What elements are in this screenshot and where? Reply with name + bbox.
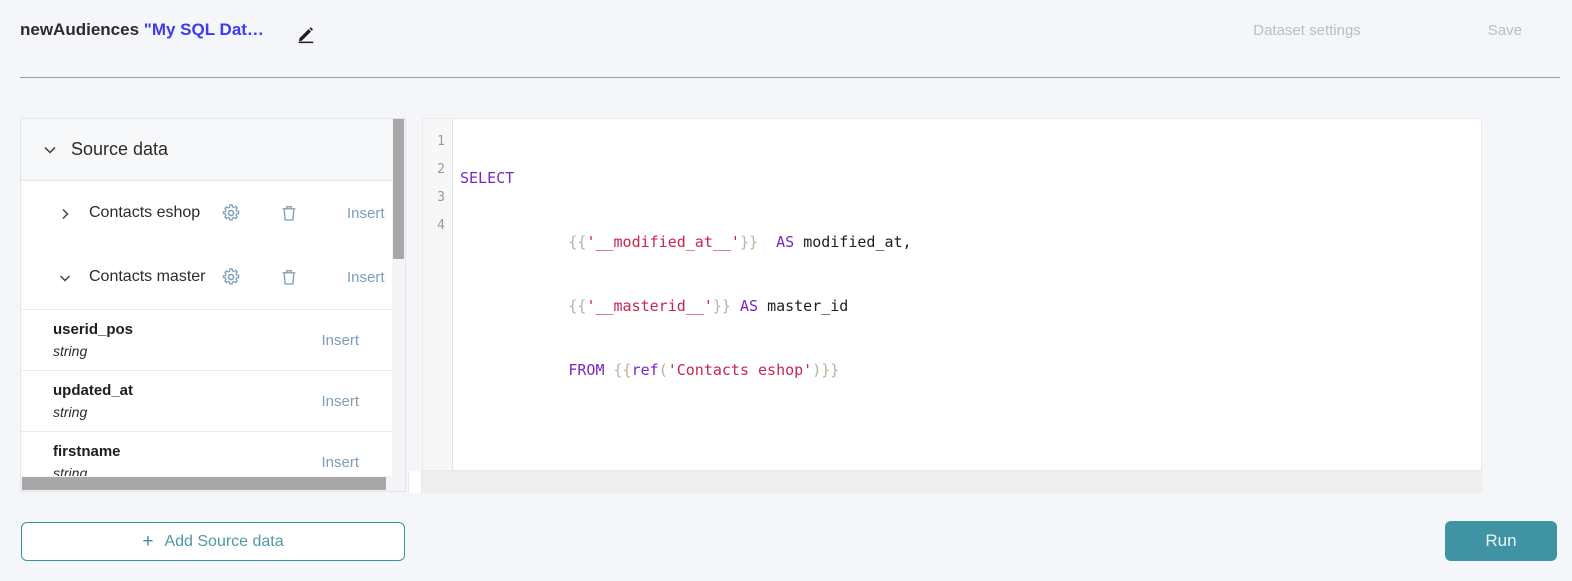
chevron-right-icon[interactable] (59, 207, 71, 219)
source-item-contacts-master[interactable]: Contacts master Insert (21, 245, 405, 309)
field-name: firstname (53, 442, 121, 460)
source-data-title: Source data (71, 139, 169, 159)
page-title: newAudiences "My SQL Dat… (20, 20, 264, 40)
editor-code-area[interactable]: SELECT {{'__modified_at__'}} AS modified… (453, 119, 1481, 470)
editor-line-number-gutter: 1 2 3 4 (423, 119, 453, 470)
add-source-data-button[interactable]: + Add Source data (21, 522, 405, 561)
pencil-icon[interactable] (296, 24, 316, 44)
save-button[interactable]: Save (1488, 22, 1522, 39)
sql-editor[interactable]: 1 2 3 4 SELECT {{'__modified_at__'}} AS … (422, 118, 1482, 471)
app-header: newAudiences "My SQL Dat… Dataset settin… (0, 0, 1572, 77)
header-actions: Dataset settings Save (1253, 22, 1572, 39)
chevron-down-icon[interactable] (43, 143, 57, 157)
sidebar-horizontal-scrollbar[interactable] (21, 476, 405, 491)
field-type: string (53, 342, 88, 359)
gear-icon[interactable] (221, 203, 241, 223)
code-line-2[interactable]: {{'__modified_at__'}} AS modified_at, (460, 228, 1481, 256)
line-number: 2 (437, 162, 445, 177)
source-item-contacts-eshop[interactable]: Contacts eshop Insert (21, 181, 405, 245)
line-number: 3 (437, 190, 445, 205)
sidebar-vertical-scrollbar[interactable] (392, 119, 405, 491)
trash-icon[interactable] (279, 203, 299, 223)
dataset-settings-button[interactable]: Dataset settings (1253, 22, 1361, 39)
field-row[interactable]: updated_at string Insert (21, 370, 405, 431)
sidebar-vertical-scrollbar-thumb[interactable] (393, 119, 404, 259)
source-data-panel: Source data Contacts eshop Insert Contac… (20, 118, 406, 492)
run-button[interactable]: Run (1445, 521, 1557, 561)
plus-icon: + (142, 531, 154, 552)
field-name: updated_at (53, 381, 134, 399)
insert-source-link[interactable]: Insert (347, 205, 385, 222)
field-meta: updated_at string (53, 380, 133, 422)
gear-icon[interactable] (221, 267, 241, 287)
code-line-1[interactable]: SELECT (460, 164, 1481, 192)
code-line-4[interactable]: FROM {{ref('Contacts eshop')}} (460, 356, 1481, 384)
project-name: newAudiences (20, 20, 140, 39)
source-data-header[interactable]: Source data (21, 119, 405, 181)
chevron-down-icon[interactable] (59, 271, 71, 283)
add-source-data-label: Add Source data (164, 532, 284, 550)
insert-source-link[interactable]: Insert (347, 269, 385, 286)
insert-field-link[interactable]: Insert (321, 332, 359, 349)
editor-scrollbar-corner (408, 471, 422, 493)
header-divider (20, 77, 1560, 78)
field-meta: userid_pos string (53, 319, 133, 361)
insert-field-link[interactable]: Insert (321, 393, 359, 410)
sidebar-horizontal-scrollbar-thumb[interactable] (22, 477, 386, 490)
trash-icon[interactable] (279, 267, 299, 287)
line-number: 4 (437, 218, 445, 233)
editor-horizontal-scrollbar[interactable] (422, 471, 1482, 493)
line-number: 1 (437, 134, 445, 149)
field-type: string (53, 403, 88, 420)
source-name: Contacts eshop (89, 204, 201, 221)
field-row[interactable]: userid_pos string Insert (21, 309, 405, 370)
dataset-name[interactable]: "My SQL Dat… (144, 20, 264, 39)
code-line-3[interactable]: {{'__masterid__'}} AS master_id (460, 292, 1481, 320)
insert-field-link[interactable]: Insert (321, 454, 359, 471)
field-name: userid_pos (53, 320, 134, 338)
source-name: Contacts master (89, 268, 206, 285)
